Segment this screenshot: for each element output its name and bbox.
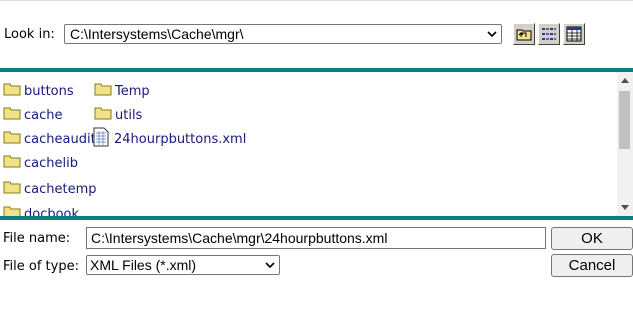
list-view-icon: [542, 28, 556, 40]
folder-icon: [94, 107, 112, 120]
file-name-input[interactable]: [86, 227, 546, 249]
file-icon: [93, 127, 109, 147]
details-view-icon: [566, 26, 582, 42]
file-name-label: File name:: [3, 231, 71, 246]
look-in-row: Look in: C:\Intersystems\Cache\mgr\: [0, 22, 633, 48]
top-border: [0, 0, 633, 1]
folder-icon: [3, 107, 21, 120]
folder-icon: [3, 83, 21, 96]
list-view-button[interactable]: [538, 23, 560, 45]
list-item-label: cacheaudit: [24, 132, 96, 147]
file-list[interactable]: buttons cache cacheaudit cachelib cachet…: [0, 68, 633, 220]
list-item-label: cachelib: [24, 156, 78, 171]
scroll-up-icon[interactable]: [621, 78, 629, 83]
up-folder-button[interactable]: [513, 23, 535, 45]
chevron-down-icon: [265, 262, 275, 269]
ok-button[interactable]: OK: [551, 227, 633, 250]
vertical-scrollbar[interactable]: [617, 72, 633, 216]
file-type-dropdown[interactable]: XML Files (*.xml): [86, 255, 280, 275]
folder-icon: [3, 131, 21, 144]
folder-icon: [3, 181, 21, 194]
file-name-row: File name:: [0, 227, 633, 249]
look-in-dropdown[interactable]: C:\Intersystems\Cache\mgr\: [64, 24, 502, 44]
folder-icon: [94, 83, 112, 96]
look-in-label: Look in:: [4, 27, 55, 42]
list-item-label: cache: [24, 108, 63, 123]
folder-icon: [3, 206, 21, 216]
details-view-button[interactable]: [563, 23, 585, 45]
scroll-down-icon[interactable]: [621, 205, 629, 210]
up-folder-icon: [516, 29, 532, 41]
look-in-value: C:\Intersystems\Cache\mgr\: [70, 26, 244, 42]
list-item-label: docbook: [24, 207, 80, 220]
list-item-label: Temp: [115, 84, 150, 99]
file-type-label: File of type:: [3, 259, 79, 274]
chevron-down-icon: [487, 31, 497, 38]
scrollbar-thumb[interactable]: [619, 91, 630, 149]
list-item-label: cachetemp: [24, 182, 97, 197]
list-item-label: buttons: [24, 84, 74, 99]
cancel-button[interactable]: Cancel: [551, 254, 633, 277]
list-item-label: 24hourpbuttons.xml: [114, 132, 247, 147]
folder-icon: [3, 155, 21, 168]
file-type-row: File of type: XML Files (*.xml): [0, 255, 633, 277]
file-type-value: XML Files (*.xml): [90, 257, 197, 273]
list-item-label: utils: [115, 108, 143, 123]
